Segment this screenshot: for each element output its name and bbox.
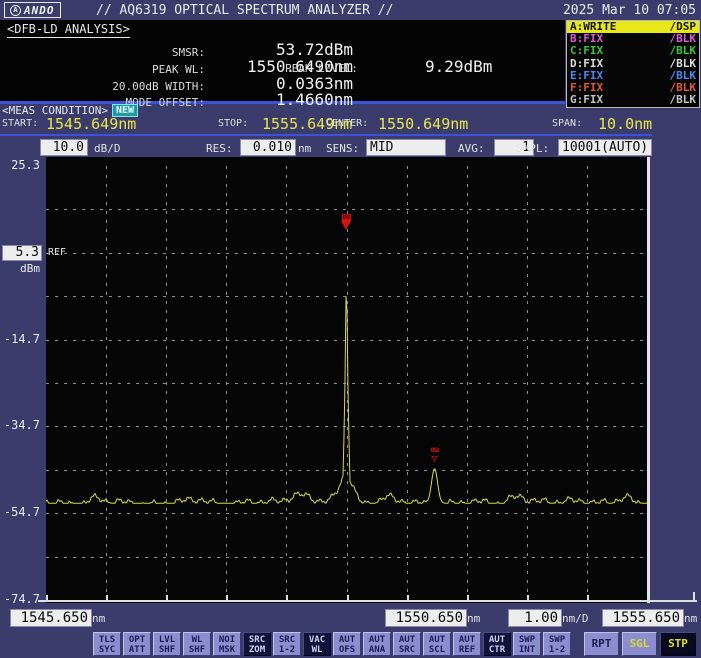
softkey-lvl-shf[interactable]: LVL SHF [153, 632, 181, 656]
level-scale-field[interactable]: 10.0 [40, 139, 88, 156]
top-bar: A ANDO // AQ6319 OPTICAL SPECTRUM ANALYZ… [0, 0, 701, 20]
softkey-src-zom[interactable]: SRC ZOM [243, 632, 271, 656]
x-axis-tick [647, 595, 649, 600]
softkey-tls-syc[interactable]: TLS SYC [93, 632, 121, 656]
x-start-field[interactable]: 1545.650 [10, 609, 92, 627]
x-axis-line [38, 600, 697, 602]
softkey-aut-ofs[interactable]: AUT OFS [333, 632, 361, 656]
analysis-title: <DFB-LD ANALYSIS> [7, 22, 130, 38]
peak-level-label: PEAK LEVEL: [285, 62, 358, 75]
repeat-sweep-button[interactable]: RPT [584, 632, 619, 656]
trace-legend-panel: A:WRITE/DSPB:FIX/BLKC:FIX/BLKD:FIX/BLKE:… [566, 20, 700, 108]
y-axis-label: -54.7 [0, 505, 40, 519]
avg-label: AVG: [458, 142, 485, 155]
page-title: // AQ6319 OPTICAL SPECTRUM ANALYZER // [96, 3, 393, 18]
start-value[interactable]: 1545.649nm [46, 115, 136, 133]
start-label: START: [2, 118, 38, 129]
x-per-div-unit: nm/D [562, 612, 589, 625]
marker-triangle-icon: ▽ [431, 454, 438, 463]
x-axis-tick [347, 595, 349, 600]
ando-logo-mark-icon: A [10, 5, 21, 16]
x-center-field[interactable]: 1550.650 [385, 609, 467, 627]
softkey-noi-msk[interactable]: NOI MSK [213, 632, 241, 656]
trace-row-d[interactable]: D:FIX/BLK [567, 58, 699, 70]
stop-label: STOP: [218, 118, 248, 129]
trace-row-c[interactable]: C:FIX/BLK [567, 45, 699, 57]
x-axis-tick [46, 595, 48, 600]
x-start-unit: nm [92, 612, 105, 625]
x-axis-tick [587, 595, 589, 600]
marker-triangle-icon [341, 221, 351, 230]
y-axis-label: -34.7 [0, 418, 40, 432]
x-axis-tick [166, 595, 168, 600]
ando-logo-text: ANDO [24, 4, 55, 17]
softkey-wl-shf[interactable]: WL SHF [183, 632, 211, 656]
analysis-panel: <DFB-LD ANALYSIS> SMSR: 53.72dBm PEAK WL… [0, 20, 565, 104]
center-label: CENTER: [326, 118, 368, 129]
ref-level-field[interactable]: 5.3 [2, 245, 42, 261]
sens-field[interactable]: MID [366, 139, 446, 156]
trace-status: /BLK [670, 45, 697, 57]
x-axis-tick [407, 595, 409, 600]
res-unit: nm [298, 142, 311, 155]
smpl-label: SMPL: [516, 142, 549, 155]
res-field[interactable]: 0.010 [240, 139, 296, 156]
peak-level-value: 9.29dBm [425, 57, 492, 76]
smpl-field[interactable]: 10001(AUTO) [558, 139, 652, 156]
datetime: 2025 Mar 10 07:05 [563, 3, 696, 18]
x-axis-tick [226, 595, 228, 600]
y-axis-label: 25.3 [0, 158, 40, 172]
stop-sweep-button[interactable]: STP [660, 632, 696, 656]
sens-label: SENS: [326, 142, 359, 155]
softkey-aut-ctr[interactable]: AUT CTR [483, 632, 511, 656]
marker-id-label: 001 [342, 214, 352, 221]
y-axis-label: -14.7 [0, 332, 40, 346]
x-axis-tick [527, 595, 529, 600]
ref-level-unit: dBm [0, 262, 40, 275]
x-axis-end-tick [693, 592, 695, 600]
y-axis-label: -74.7 [0, 592, 40, 606]
softkey-aut-ref[interactable]: AUT REF [453, 632, 481, 656]
x-center-unit: nm [467, 612, 480, 625]
meas-condition-bar: <MEAS CONDITION> NEW START: 1545.649nm S… [0, 104, 652, 136]
center-value[interactable]: 1550.649nm [378, 115, 468, 133]
res-label: RES: [206, 142, 233, 155]
softkey-src-1-2[interactable]: SRC 1-2 [273, 632, 301, 656]
settings-row: 10.0 dB/D RES: 0.010 nm SENS: MID AVG: 1… [0, 138, 701, 158]
softkey-toolbar: TLS SYCOPT ATTLVL SHFWL SHFNOI MSKSRC ZO… [93, 632, 571, 656]
x-axis-tick [106, 595, 108, 600]
softkey-swp-1-2[interactable]: SWP 1-2 [543, 632, 571, 656]
span-value[interactable]: 10.0nm [598, 115, 652, 133]
x-stop-unit: nm [684, 612, 697, 625]
x-stop-field[interactable]: 1555.650 [602, 609, 684, 627]
softkey-swp-int[interactable]: SWP INT [513, 632, 541, 656]
softkey-opt-att[interactable]: OPT ATT [123, 632, 151, 656]
softkey-vac-wl[interactable]: VAC WL [303, 632, 331, 656]
level-scale-unit: dB/D [94, 142, 121, 155]
trace-name: D:FIX [570, 58, 603, 70]
x-per-div-field[interactable]: 1.00 [508, 609, 562, 627]
softkey-aut-ana[interactable]: AUT ANA [363, 632, 391, 656]
peak-marker-002: 002▽ [431, 447, 439, 463]
trace-status: /BLK [670, 58, 697, 70]
trace-name: C:FIX [570, 45, 603, 57]
softkey-aut-src[interactable]: AUT SRC [393, 632, 421, 656]
x-axis-tick [467, 595, 469, 600]
softkey-aut-scl[interactable]: AUT SCL [423, 632, 451, 656]
span-label: SPAN: [552, 118, 582, 129]
trace-status: /BLK [670, 94, 697, 106]
peak-marker-001: 001 [341, 214, 351, 230]
ando-logo: A ANDO [4, 2, 61, 18]
single-sweep-button[interactable]: SGL [622, 632, 657, 656]
x-axis-tick [286, 595, 288, 600]
